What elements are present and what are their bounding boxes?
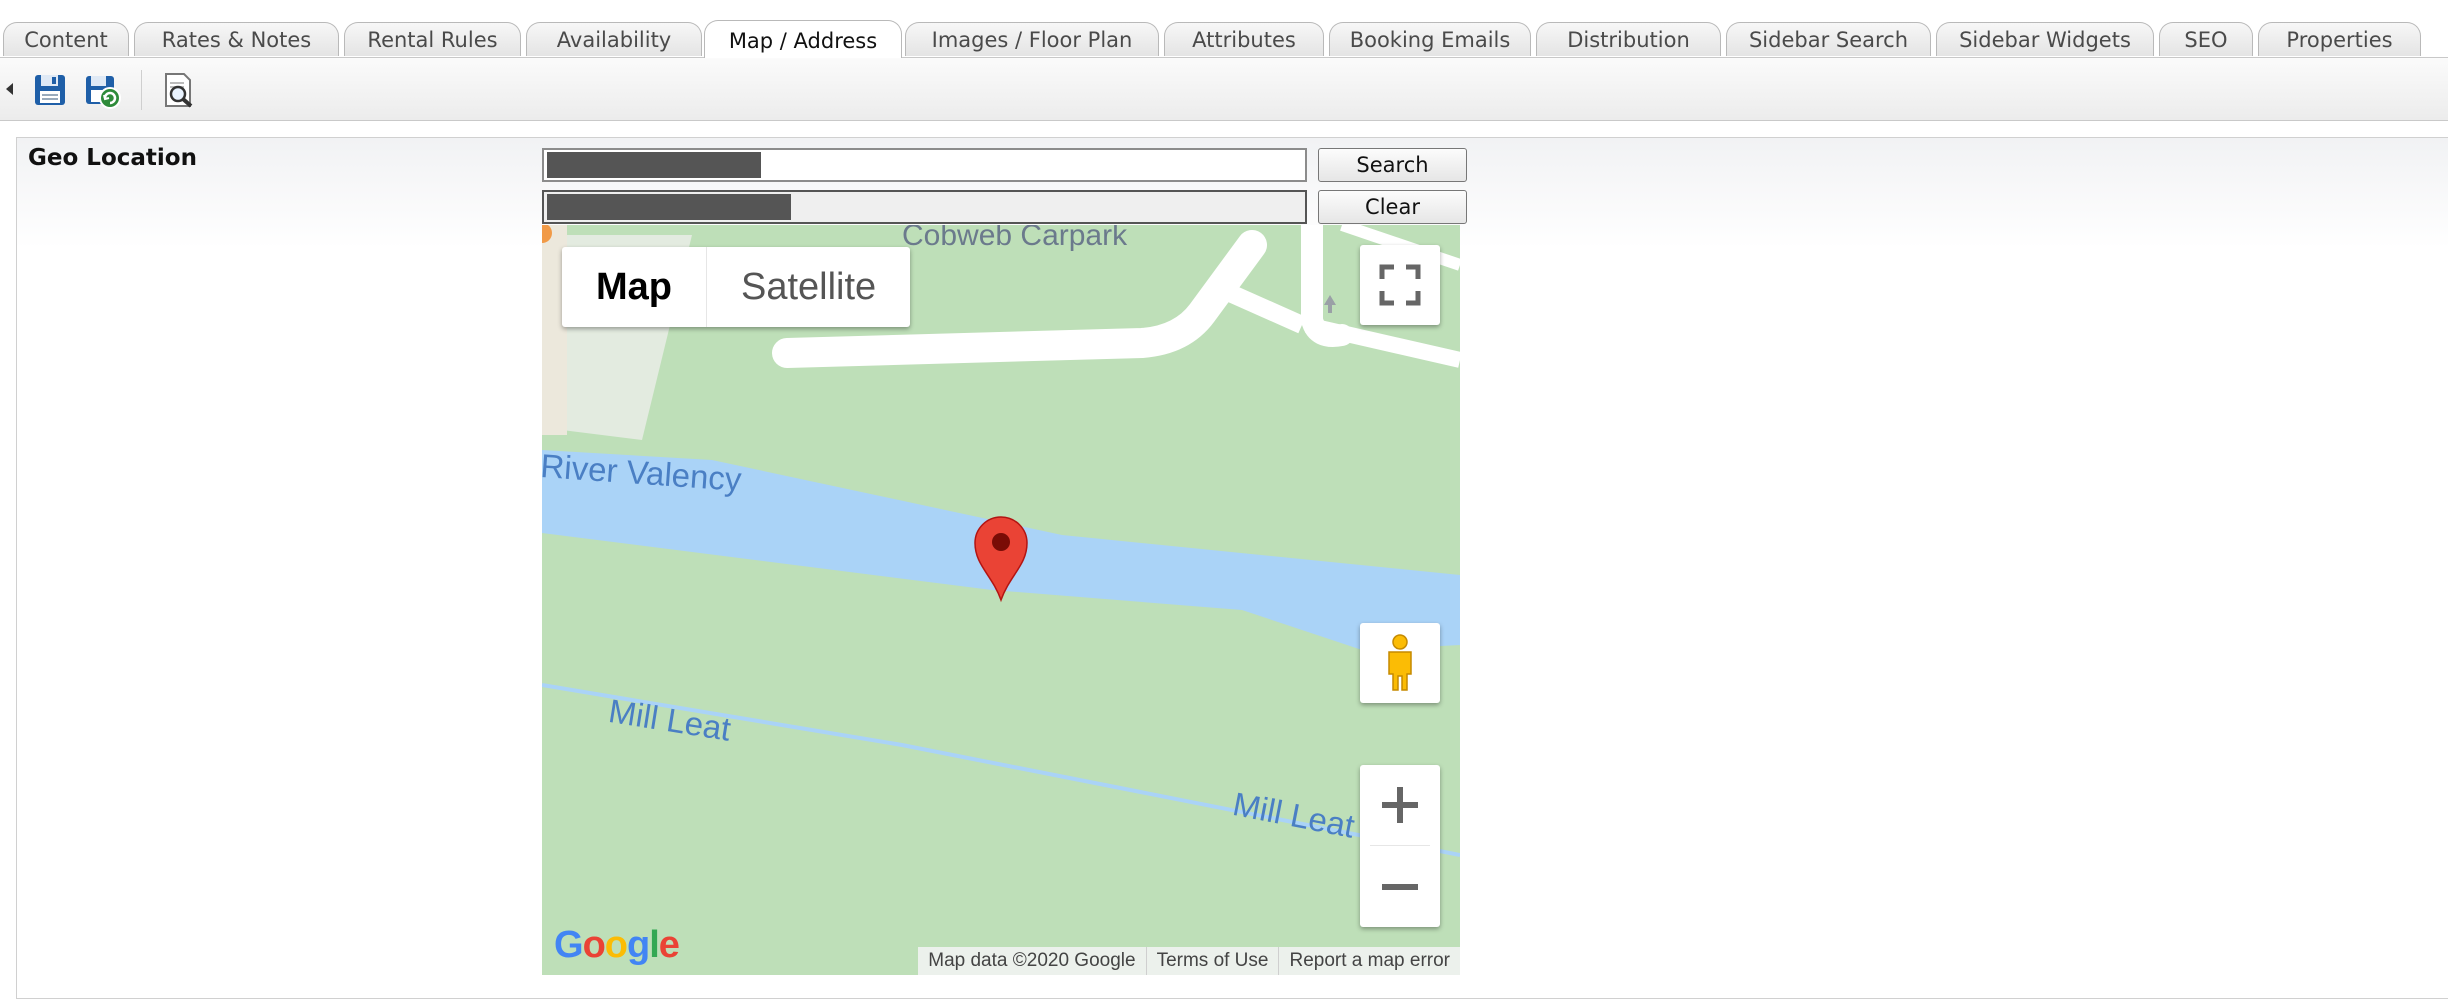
tab-map-address[interactable]: Map / Address [704, 20, 902, 58]
tab-rates-notes[interactable]: Rates & Notes [134, 22, 339, 56]
tab-seo[interactable]: SEO [2159, 22, 2253, 56]
tab-rental-rules[interactable]: Rental Rules [344, 22, 521, 56]
report-map-error-link[interactable]: Report a map error [1278, 947, 1460, 975]
save-icon[interactable] [30, 70, 70, 110]
zoom-in-button[interactable] [1360, 765, 1440, 845]
save-all-icon[interactable] [82, 70, 122, 110]
map-view[interactable]: Cobweb Carpark River Valency Mill Leat M… [542, 225, 1460, 975]
zoom-control [1360, 765, 1440, 927]
fullscreen-icon [1379, 264, 1421, 306]
tab-properties[interactable]: Properties [2258, 22, 2421, 56]
tab-content[interactable]: Content [3, 22, 129, 56]
map-background [542, 225, 1460, 975]
map-attribution: Map data ©2020 Google Terms of Use Repor… [918, 947, 1460, 975]
search-button[interactable]: Search [1318, 148, 1467, 182]
clear-button[interactable]: Clear [1318, 190, 1467, 224]
fullscreen-button[interactable] [1360, 245, 1440, 325]
google-logo: Google [554, 924, 680, 966]
tab-sidebar-search[interactable]: Sidebar Search [1726, 22, 1931, 56]
tab-booking-emails[interactable]: Booking Emails [1329, 22, 1531, 56]
pegman-icon [1388, 634, 1412, 691]
plus-icon [1382, 787, 1418, 823]
terms-of-use-link[interactable]: Terms of Use [1145, 947, 1279, 975]
zoom-out-button[interactable] [1360, 847, 1440, 927]
geo-location-label: Geo Location [28, 145, 197, 171]
minus-icon [1382, 884, 1418, 890]
redacted-text [547, 194, 791, 220]
collapse-arrow-icon[interactable] [6, 83, 13, 95]
street-view-pegman-button[interactable] [1360, 623, 1440, 703]
tab-distribution[interactable]: Distribution [1536, 22, 1721, 56]
toolbar-separator [141, 70, 142, 110]
preview-icon[interactable] [158, 70, 198, 110]
map-type-map-button[interactable]: Map [562, 247, 706, 327]
redacted-text [547, 152, 761, 178]
tab-attributes[interactable]: Attributes [1164, 22, 1324, 56]
tab-sidebar-widgets[interactable]: Sidebar Widgets [1936, 22, 2154, 56]
zoom-divider [1370, 845, 1430, 846]
map-data-text: Map data ©2020 Google [928, 950, 1136, 971]
coordinates-field[interactable] [542, 190, 1307, 224]
tab-availability[interactable]: Availability [526, 22, 702, 56]
tab-images-floor-plan[interactable]: Images / Floor Plan [905, 22, 1159, 56]
map-type-control: Map Satellite [562, 247, 911, 327]
toolbar [0, 58, 2448, 121]
map-type-satellite-button[interactable]: Satellite [706, 247, 910, 327]
tab-bar: Content Rates & Notes Rental Rules Avail… [0, 0, 2448, 58]
carpark-label: Cobweb Carpark [902, 225, 1128, 252]
address-search-input[interactable] [542, 148, 1307, 182]
